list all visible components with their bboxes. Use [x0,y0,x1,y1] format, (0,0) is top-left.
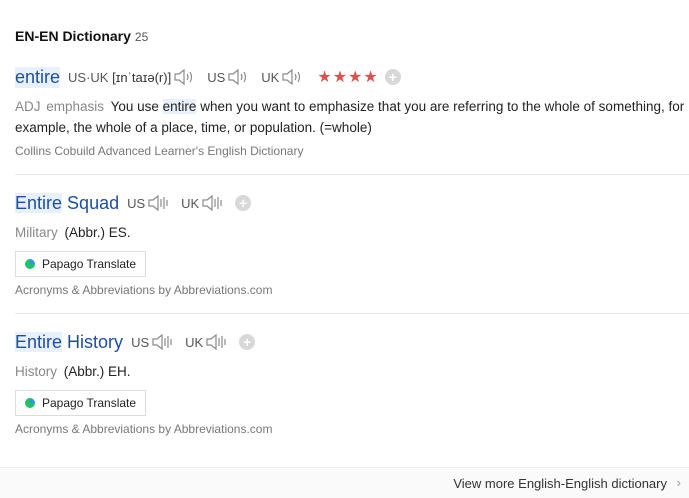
pron-label-uk: UK [181,195,200,211]
ipa-text: [ɪnˈtaɪə(r)] [112,69,172,85]
section-title: EN-EN Dictionary 25 [15,28,148,44]
entry-header: entire US·UK [ɪnˈtaɪə(r)] US UK ★★★★ + [15,64,689,90]
papago-translate-button[interactable]: Papago Translate [15,251,147,277]
usage-category: History [15,364,58,379]
entry-header: Entire Squad US UK + [15,190,689,216]
part-of-speech: ADJ [15,99,41,114]
speaker-icon[interactable] [205,332,229,352]
pron-label-uk: UK [185,334,204,350]
dictionary-panel: EN-EN Dictionary 25 entire US·UK [ɪnˈtaɪə… [0,0,689,498]
definition-text: (Abbr.) ES. [64,225,131,240]
speaker-icon[interactable] [173,67,197,87]
pron-label-us-uk: US·UK [ɪnˈtaɪə(r)] [68,69,172,85]
papago-translate-label: Papago Translate [42,257,137,271]
usage-category: Military [15,225,58,240]
divider [15,313,689,314]
papago-logo-icon [25,259,35,269]
entry-entire: entire US·UK [ɪnˈtaɪə(r)] US UK ★★★★ + A… [15,64,689,158]
definition: ADJ emphasis You use entire when you wan… [15,96,689,138]
view-more-link[interactable]: View more English-English dictionary [453,476,667,491]
source-label: Collins Cobuild Advanced Learner's Engli… [15,144,304,158]
plus-circle-icon[interactable]: + [239,334,256,350]
definition-text: (Abbr.) EH. [63,364,131,379]
speaker-icon[interactable] [147,193,171,213]
entry-header: Entire History US UK + [15,329,689,355]
entry-entire-history: Entire History US UK + History (Abbr.) E… [15,329,689,436]
definition: History (Abbr.) EH. [15,361,689,382]
headword-link[interactable]: Entire History [15,331,123,353]
pron-label-us: US [127,195,146,211]
chevron-right-icon[interactable]: › [677,475,681,490]
papago-logo-icon [25,398,35,408]
divider [15,174,689,175]
plus-circle-icon[interactable]: + [384,69,401,85]
pron-label-us: US [131,334,150,350]
pron-label-uk: UK [261,69,280,85]
headword-link[interactable]: entire [15,66,61,88]
papago-translate-label: Papago Translate [42,396,137,410]
headword-link[interactable]: Entire Squad [15,192,119,214]
section-title-text: EN-EN Dictionary [15,28,131,44]
definition: Military (Abbr.) ES. [15,222,689,243]
speaker-icon[interactable] [151,332,175,352]
pron-label-us: US [207,69,226,85]
definition-text-pre: You use [110,99,159,114]
speaker-icon[interactable] [281,67,305,87]
importance-stars: ★★★★ [317,69,379,86]
entry-entire-squad: Entire Squad US UK + Military (Abbr.) ES… [15,190,689,297]
plus-circle-icon[interactable]: + [235,195,252,211]
usage-category: emphasis [46,99,105,114]
footer-bar: View more English-English dictionary › [0,467,689,498]
source-label: Acronyms & Abbreviations by Abbreviation… [15,283,273,297]
result-count: 25 [134,30,149,44]
speaker-icon[interactable] [227,67,251,87]
speaker-icon[interactable] [201,193,225,213]
definition-keyword: entire [162,99,197,114]
source-label: Acronyms & Abbreviations by Abbreviation… [15,422,273,436]
papago-translate-button[interactable]: Papago Translate [15,390,147,416]
